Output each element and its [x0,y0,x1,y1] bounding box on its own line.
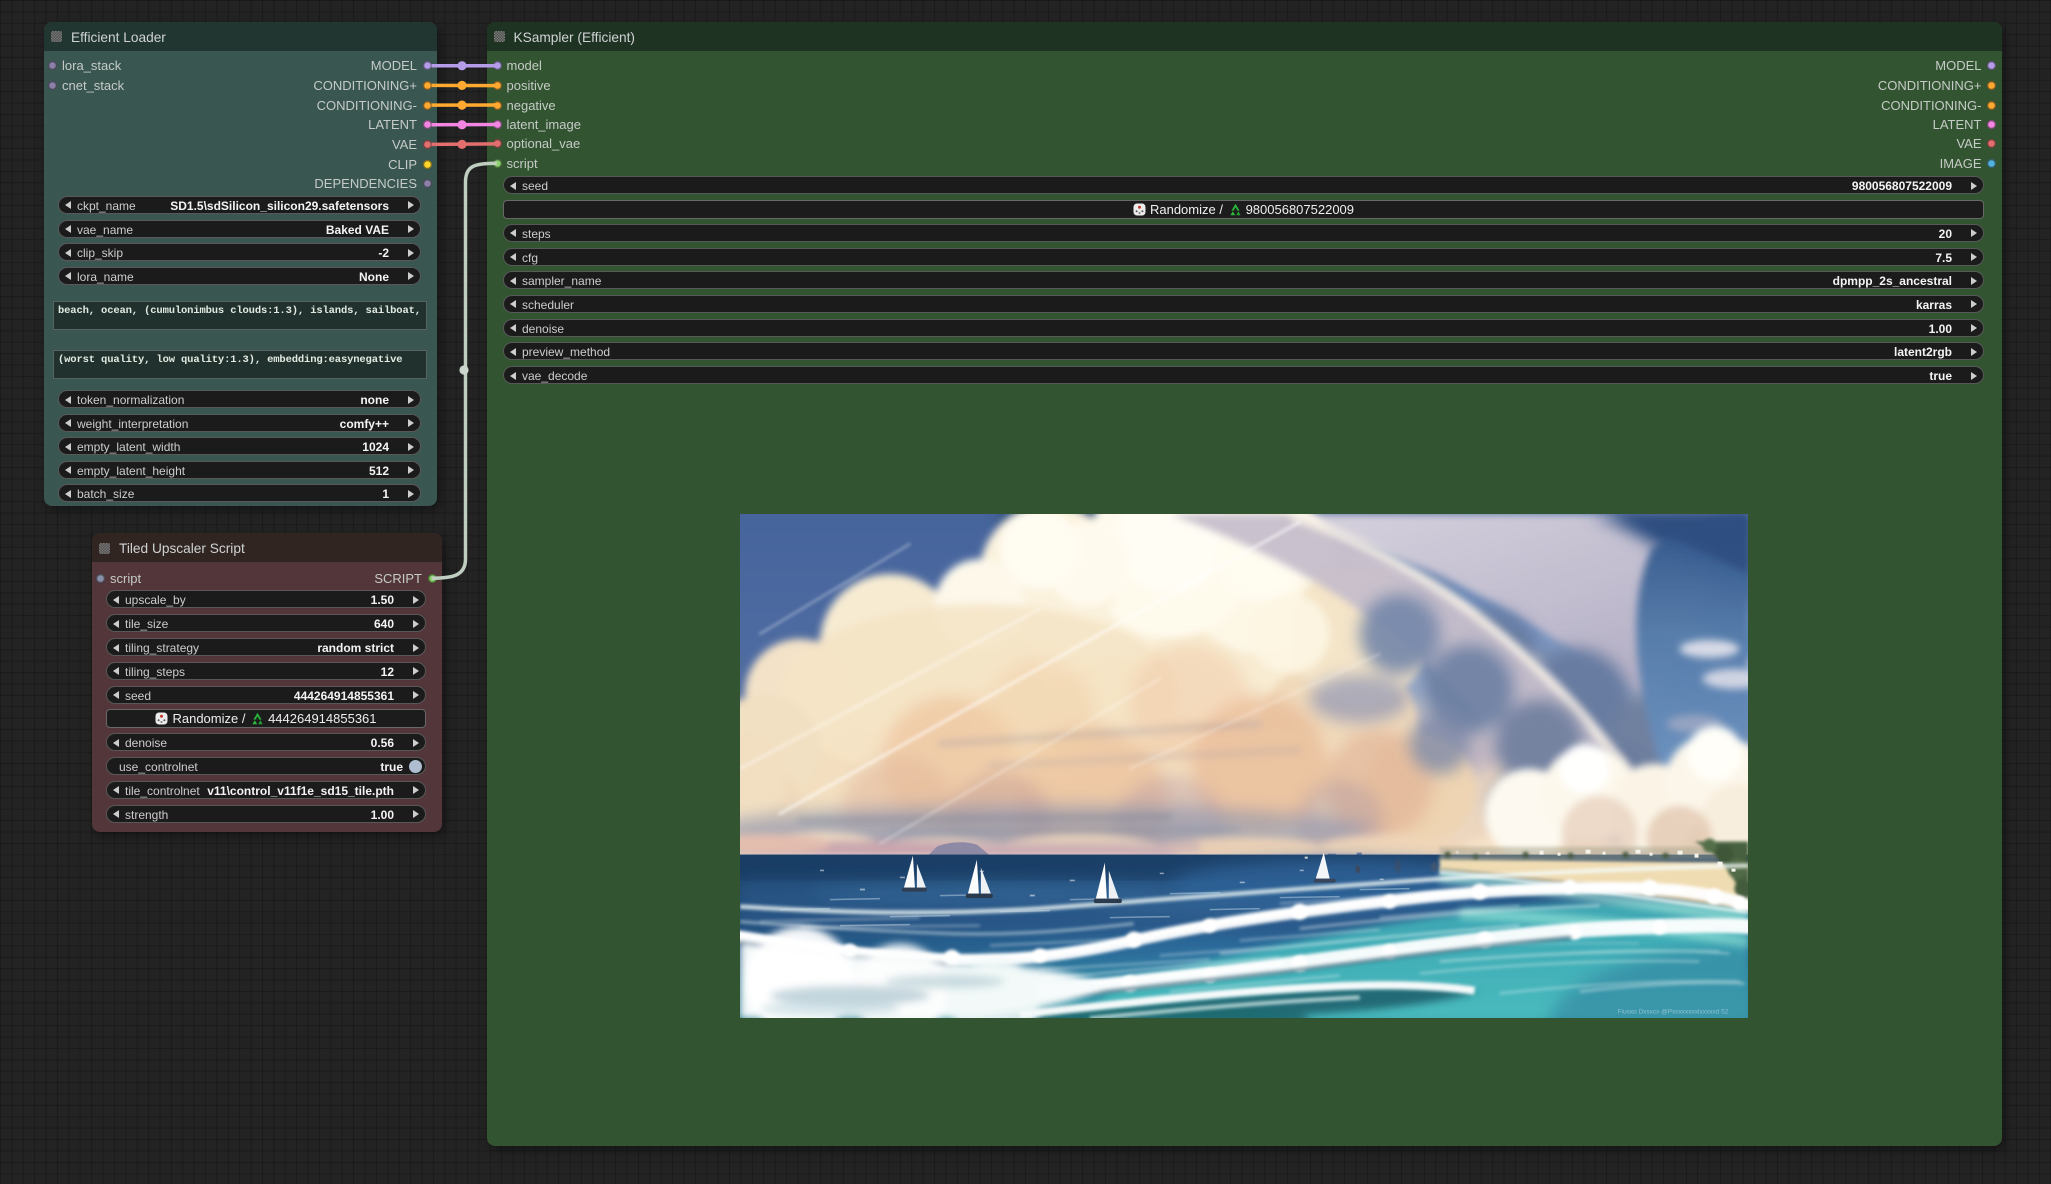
svg-text:Fiusxo Dxsxcx @Pxsxxxxxxlxxxxx: Fiusxo Dxsxcx @Pxsxxxxxxlxxxxxd 52 [1617,1008,1728,1015]
